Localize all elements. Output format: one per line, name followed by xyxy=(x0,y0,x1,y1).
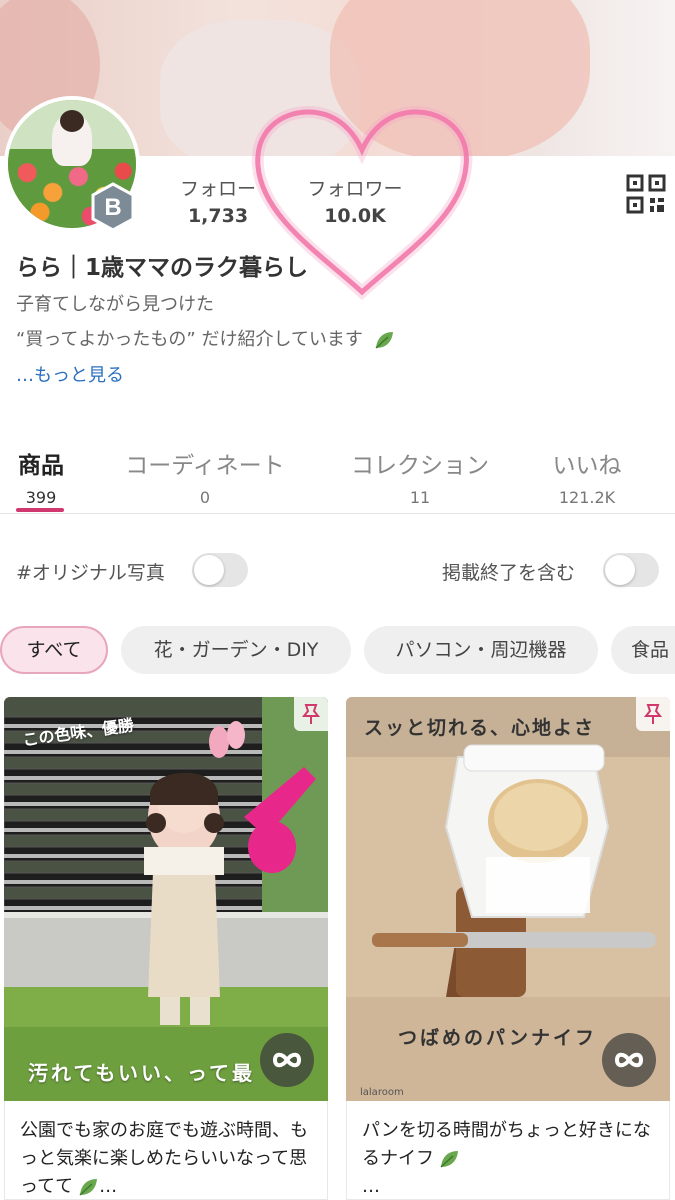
active-tab-indicator xyxy=(16,508,64,512)
include-ended-toggle[interactable] xyxy=(603,553,659,587)
tab-collection[interactable]: コレクション 11 xyxy=(340,446,500,507)
tabs-divider xyxy=(0,513,675,514)
pin-icon[interactable] xyxy=(294,697,328,731)
profile-name: らら｜1歳ママのラク暮らし xyxy=(16,255,309,281)
tab-coordinate[interactable]: コーディネート 0 xyxy=(110,446,300,507)
chip-food[interactable]: 食品 xyxy=(611,626,675,674)
tab-count: 121.2K xyxy=(558,488,616,507)
product-card[interactable]: スッと切れる、心地よさ つばめのパンナイフ lalaroom パンを切る時間がち… xyxy=(346,697,670,1200)
product-image: この色味、優勝 汚れてもいい、って最 xyxy=(4,697,328,1101)
tab-likes[interactable]: いいね 121.2K xyxy=(540,446,634,507)
bio-line-1: 子育てしながら見つけた xyxy=(16,294,214,315)
tab-label: コーディネート xyxy=(125,453,285,479)
tab-label: コレクション xyxy=(351,453,489,479)
product-caption: パンを切る時間がちょっと好きになるナイフ … xyxy=(362,1117,654,1200)
follower-label: フォロワー xyxy=(307,178,403,200)
product-image: スッと切れる、心地よさ つばめのパンナイフ lalaroom xyxy=(346,697,670,1101)
more-link[interactable]: …もっと見る xyxy=(16,361,124,387)
tab-count: 11 xyxy=(409,488,431,507)
follow-stat[interactable]: フォロー 1,733 xyxy=(160,174,276,227)
caption-ellipsis: … xyxy=(99,1176,118,1197)
bio-line-2-text: “買ってよかったもの” だけ紹介しています xyxy=(16,329,363,350)
leaf-icon xyxy=(440,1151,458,1168)
tab-products[interactable]: 商品 399 xyxy=(14,446,68,507)
product-card[interactable]: この色味、優勝 汚れてもいい、って最 公園でも家のお庭でも遊ぶ時間、もっと気楽に… xyxy=(4,697,328,1200)
svg-text:B: B xyxy=(104,194,121,221)
tab-label: いいね xyxy=(552,453,622,479)
image-watermark: lalaroom xyxy=(360,1087,404,1098)
caption-text: パンを切る時間がちょっと好きになるナイフ xyxy=(362,1120,651,1169)
loop-icon[interactable] xyxy=(602,1033,656,1087)
image-overlay-text: スッと切れる、心地よさ xyxy=(364,717,596,739)
b-badge-icon: B xyxy=(91,182,135,232)
follow-count: 1,733 xyxy=(187,205,249,227)
image-overlay-text: 汚れてもいい、って最 xyxy=(28,1061,255,1085)
leaf-icon xyxy=(375,332,393,349)
image-overlay-text: つばめのパンナイフ xyxy=(398,1027,597,1049)
product-caption: 公園でも家のお庭でも遊ぶ時間、もっと気楽に楽しめたらいいなって思ってて… xyxy=(20,1117,312,1200)
leaf-icon xyxy=(79,1179,98,1196)
pin-icon[interactable] xyxy=(636,697,670,731)
follower-count: 10.0K xyxy=(324,205,386,227)
chip-pc-peripherals[interactable]: パソコン・周辺機器 xyxy=(364,626,598,674)
follower-stat[interactable]: フォロワー 10.0K xyxy=(290,174,420,227)
original-photo-label: #オリジナル写真 xyxy=(16,562,165,584)
chip-garden-diy[interactable]: 花・ガーデン・DIY xyxy=(121,626,351,674)
caption-text: 公園でも家のお庭でも遊ぶ時間、もっと気楽に楽しめたらいいなって思ってて xyxy=(20,1120,308,1197)
caption-ellipsis: … xyxy=(362,1176,380,1197)
bio-line-2: “買ってよかったもの” だけ紹介しています xyxy=(16,325,395,351)
original-photo-toggle[interactable] xyxy=(192,553,248,587)
loop-icon[interactable] xyxy=(260,1033,314,1087)
qr-code-icon[interactable] xyxy=(626,174,666,214)
tab-count: 0 xyxy=(199,488,211,507)
chip-all[interactable]: すべて xyxy=(0,626,108,674)
tab-count: 399 xyxy=(25,488,57,507)
follow-label: フォロー xyxy=(179,178,256,200)
include-ended-label: 掲載終了を含む xyxy=(442,562,576,584)
tab-label: 商品 xyxy=(18,453,64,479)
